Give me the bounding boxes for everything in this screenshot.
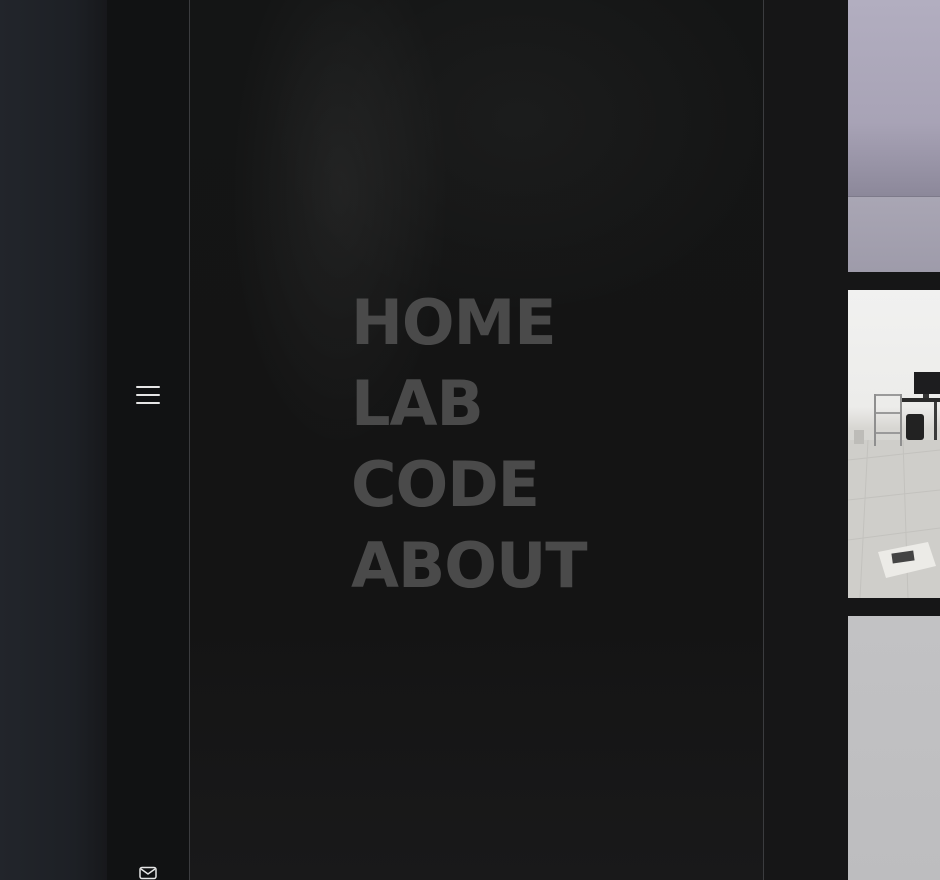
page-backdrop — [0, 0, 107, 880]
nav-link-about[interactable]: ABOUT — [351, 529, 588, 602]
lab-scene-illustration — [848, 372, 940, 598]
page: HOME LAB CODE ABOUT — [0, 0, 940, 880]
menu-icon-bar — [136, 402, 160, 404]
nav-item-about: ABOUT — [351, 525, 588, 606]
gallery-image-lab[interactable] — [848, 290, 940, 598]
nav-item-lab: LAB — [351, 363, 587, 444]
nav-link-code[interactable]: CODE — [351, 448, 540, 521]
mail-icon[interactable] — [139, 866, 157, 880]
gallery-image-panel[interactable] — [848, 616, 940, 880]
nav-item-code: CODE — [351, 444, 587, 525]
nav-item-home: HOME — [351, 282, 587, 363]
gallery-image-room[interactable] — [848, 0, 940, 272]
icon-rail — [107, 0, 189, 880]
navigation-overlay: HOME LAB CODE ABOUT — [189, 0, 764, 880]
menu-icon-bar — [136, 386, 160, 388]
gallery-column — [848, 0, 940, 880]
hamburger-menu-icon[interactable] — [135, 384, 161, 406]
menu-icon-bar — [136, 394, 160, 396]
nav-link-lab[interactable]: LAB — [351, 367, 484, 440]
room-floor — [848, 196, 940, 272]
content-gutter — [764, 0, 848, 880]
main-nav: HOME LAB CODE ABOUT — [351, 282, 588, 606]
nav-link-home[interactable]: HOME — [351, 286, 557, 359]
